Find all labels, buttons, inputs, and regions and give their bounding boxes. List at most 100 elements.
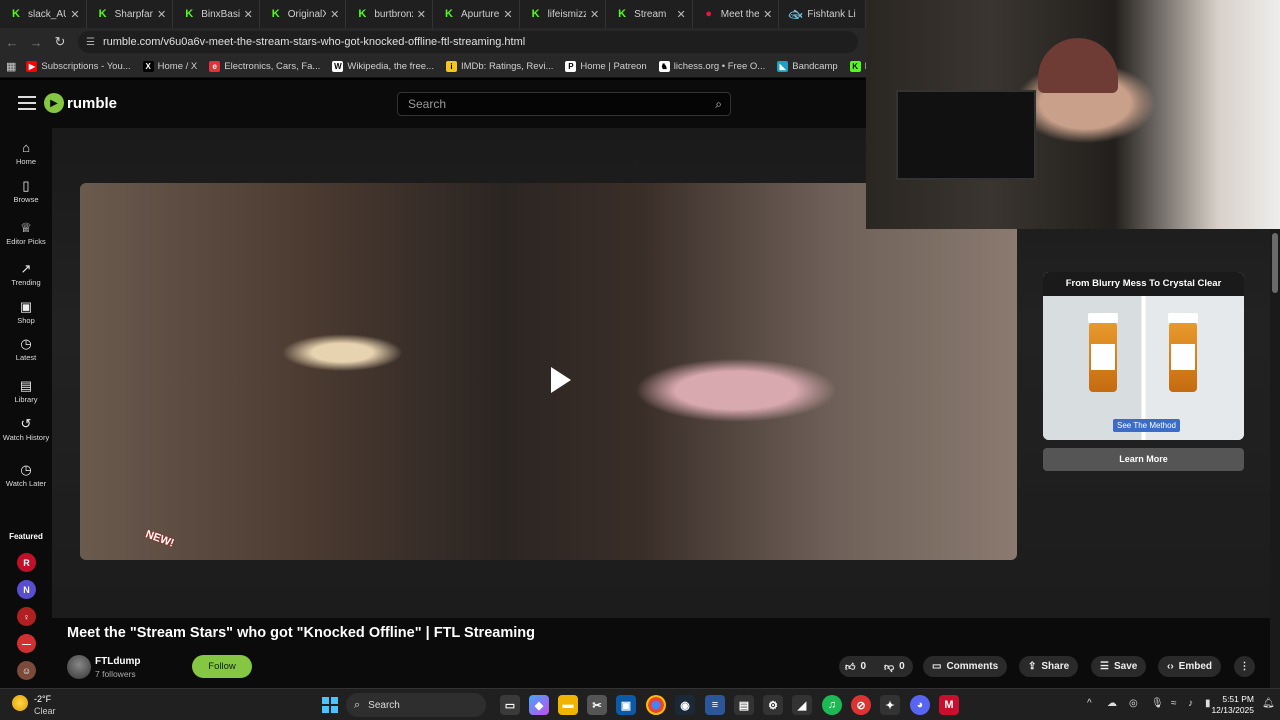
close-tab-icon[interactable]: ✕ [590,8,599,21]
reload-icon[interactable]: ↻ [48,34,72,50]
featured-channel-avatar[interactable]: ♀ [17,607,36,626]
wifi-icon[interactable]: ≈ [1171,698,1177,709]
taskbar-search[interactable]: ⌕ Search [346,693,486,717]
browser-tab[interactable]: K slack_AU ✕ [0,0,87,28]
close-tab-icon[interactable]: ✕ [330,8,339,21]
tray-app-icon[interactable]: ◎ [1129,698,1138,709]
browser-tab[interactable]: K lifeismizzy ✕ [520,0,607,28]
bookmark-item[interactable]: P Home | Patreon [565,61,647,72]
share-icon: ⇪ [1028,661,1037,672]
bookmark-item[interactable]: ◣ Bandcamp [777,61,838,72]
notepad-icon[interactable]: ≡ [705,695,725,715]
embed-button[interactable]: ‹› Embed [1158,656,1222,677]
app-icon[interactable]: ◢ [792,695,812,715]
bookmark-item[interactable]: X Home / X [142,61,198,72]
system-clock[interactable]: 5:51 PM 12/13/2025 [1211,694,1254,716]
tray-app-icon[interactable]: ☁ [1107,698,1117,709]
back-icon[interactable]: ← [0,35,24,50]
sidebar-item-watch-history[interactable]: ↺ Watch History [0,416,52,442]
menu-icon[interactable] [18,96,36,110]
bookmark-item[interactable]: i IMDb: Ratings, Revi... [445,61,553,72]
volume-icon[interactable]: ♪ [1188,698,1193,709]
address-bar[interactable]: ☰ rumble.com/v6u0a6v-meet-the-stream-sta… [78,31,858,53]
bookmark-label: Home / X [157,61,198,72]
rumble-logo[interactable]: ▶ rumble [44,93,117,113]
weather-condition[interactable]: Clear [34,706,56,716]
browser-tab[interactable]: K Stream ✕ [606,0,693,28]
close-tab-icon[interactable]: ✕ [244,8,253,21]
bookmark-item[interactable]: e Electronics, Cars, Fa... [209,61,320,72]
close-tab-icon[interactable]: ✕ [417,8,426,21]
weather-temperature[interactable]: -2°F [34,694,51,704]
windows-start-icon[interactable] [322,697,338,713]
browser-tab[interactable]: K Sharpfart - ✕ [87,0,174,28]
ad-card[interactable]: From Blurry Mess To Crystal Clear See Th… [1043,272,1244,440]
dislike-button[interactable]: 👎︎ 0 [880,656,913,677]
video-player[interactable] [80,183,1017,560]
page-scrollbar[interactable] [1270,229,1280,688]
featured-channel-avatar[interactable]: — [17,634,36,653]
app-icon[interactable]: ▣ [616,695,636,715]
discord-icon[interactable]: ◕ [910,695,930,715]
mcafee-icon[interactable]: M [939,695,959,715]
search-input[interactable]: Search ⌕ [397,92,731,116]
bookmark-item[interactable]: ♞ lichess.org • Free O... [658,61,765,72]
app-icon[interactable]: ✦ [880,695,900,715]
browser-tab[interactable]: ● Meet the " ✕ [693,0,780,28]
steam-icon[interactable]: ◉ [675,695,695,715]
learn-more-button[interactable]: Learn More [1043,448,1244,471]
sidebar-item-browse[interactable]: ▯ Browse [0,178,52,204]
share-button[interactable]: ⇪ Share [1019,656,1079,677]
file-explorer-icon[interactable]: ▬ [558,695,578,715]
sidebar-item-trending[interactable]: ↗ Trending [0,261,52,287]
browser-tab[interactable]: K BinxBasilis ✕ [173,0,260,28]
site-info-icon[interactable]: ☰ [86,37,95,48]
copilot-icon[interactable]: ◆ [529,695,549,715]
app-icon[interactable]: ▤ [734,695,754,715]
browser-tab[interactable]: 🐟︎ Fishtank Li [779,0,866,28]
save-button[interactable]: ☰ Save [1091,656,1147,677]
sidebar-item-latest[interactable]: ◷ Latest [0,336,52,362]
featured-channel-avatar[interactable]: R [17,553,36,572]
featured-channel-avatar[interactable]: N [17,580,36,599]
close-tab-icon[interactable]: ✕ [503,8,512,21]
sidebar-item-editor-picks[interactable]: ♕ Editor Picks [0,220,52,246]
bookmark-item[interactable]: W Wikipedia, the free... [332,61,434,72]
bookmark-item[interactable]: ▶ Subscriptions - You... [26,61,131,72]
spotify-icon[interactable]: ♫ [822,695,842,715]
settings-icon[interactable]: ⚙ [763,695,783,715]
close-tab-icon[interactable]: ✕ [763,8,772,21]
browser-tab[interactable]: K Apurture S ✕ [433,0,520,28]
task-view-icon[interactable]: ▭ [500,695,520,715]
microphone-icon[interactable]: 🎙︎ [1151,698,1164,709]
browser-tab[interactable]: K OriginalXU ✕ [260,0,347,28]
forward-icon[interactable]: → [24,35,48,50]
app-icon[interactable]: ⊘ [851,695,871,715]
battery-icon[interactable]: ▮ [1205,698,1211,709]
featured-channel-avatar[interactable]: ☺ [17,661,36,680]
snipping-tool-icon[interactable]: ✂ [587,695,607,715]
tray-overflow-icon[interactable]: ^ [1087,698,1092,709]
follow-button[interactable]: Follow [192,655,252,678]
browser-tab[interactable]: K burtbronx ✕ [346,0,433,28]
sidebar-item-shop[interactable]: ▣ Shop [0,299,52,325]
tab-title: BinxBasilis [201,8,240,20]
search-icon[interactable]: ⌕ [715,97,722,112]
close-tab-icon[interactable]: ✕ [70,8,79,21]
like-button[interactable]: 👍︎ 0 [839,656,880,677]
notification-icon[interactable]: 🔔︎ [1262,698,1275,709]
more-options-icon[interactable]: ⋮ [1234,656,1255,677]
sidebar-item-home[interactable]: ⌂ Home [0,140,52,166]
apps-icon[interactable]: ▦ [6,60,16,73]
sidebar-item-watch-later[interactable]: ◷ Watch Later [0,462,52,488]
close-tab-icon[interactable]: ✕ [677,8,686,21]
play-icon[interactable] [551,367,571,393]
weather-icon[interactable] [12,695,28,711]
sidebar-item-library[interactable]: ▤ Library [0,378,52,404]
close-tab-icon[interactable]: ✕ [157,8,166,21]
scrollbar-thumb[interactable] [1272,233,1278,293]
chrome-icon[interactable] [646,695,666,715]
channel-avatar[interactable] [67,655,91,679]
channel-name[interactable]: FTLdump [95,656,141,667]
comments-button[interactable]: ▭ Comments [923,656,1008,677]
